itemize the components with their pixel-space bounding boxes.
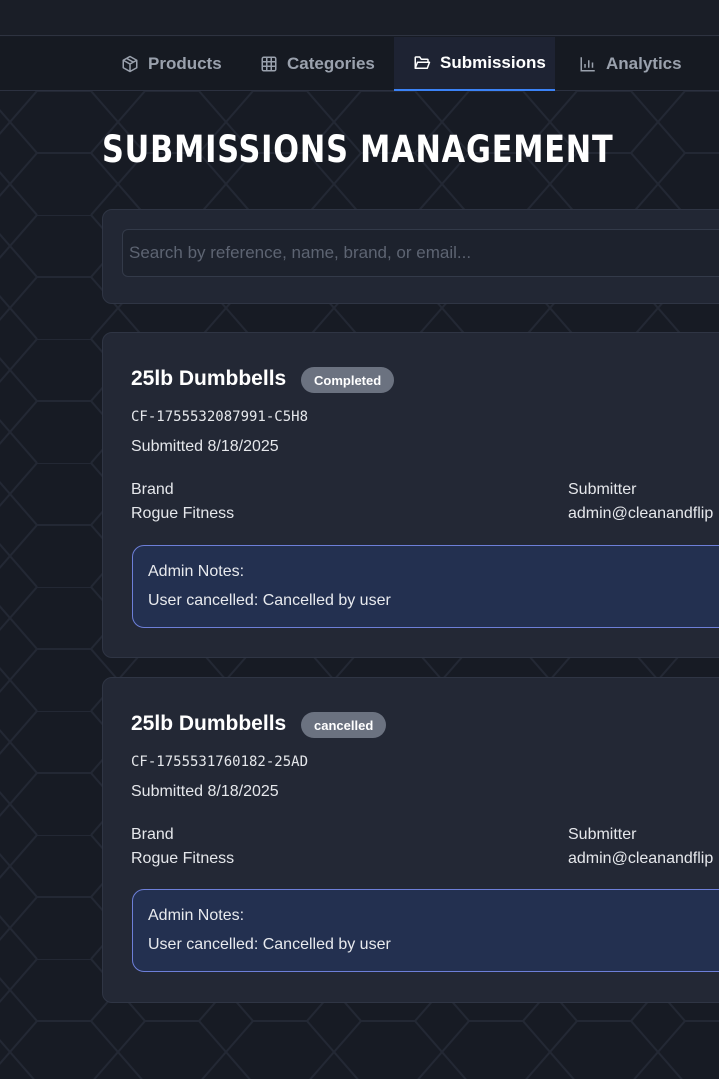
tab-products[interactable]: Products bbox=[102, 37, 241, 91]
tab-label: Categories bbox=[287, 54, 375, 73]
submitted-date: Submitted 8/18/2025 bbox=[131, 438, 279, 455]
brand-value: Rogue Fitness bbox=[131, 505, 235, 522]
admin-notes-box: Admin Notes: User cancelled: Cancelled b… bbox=[132, 545, 719, 628]
submitter-label: Submitter bbox=[568, 481, 637, 498]
admin-notes-text: User cancelled: Cancelled by user bbox=[148, 592, 391, 609]
page: Products Categories Submissions Analytic… bbox=[0, 0, 719, 1079]
folder-icon bbox=[414, 56, 431, 69]
submission-title: 25lb Dumbbells bbox=[131, 712, 287, 735]
submitter-value: admin@cleanandflip bbox=[568, 505, 714, 522]
submission-reference: CF-1755531760182-25AD bbox=[131, 754, 309, 770]
tab-submissions[interactable]: Submissions bbox=[394, 37, 555, 91]
brand-label: Brand bbox=[131, 481, 174, 498]
admin-nav-tabs: Products Categories Submissions Analytic… bbox=[0, 37, 719, 91]
search-input[interactable] bbox=[122, 229, 719, 277]
submission-card[interactable]: 25lb Dumbbells Completed CF-175553208799… bbox=[102, 332, 719, 658]
admin-notes-text: User cancelled: Cancelled by user bbox=[148, 936, 391, 953]
submitted-date: Submitted 8/18/2025 bbox=[131, 783, 279, 800]
status-badge: Completed bbox=[301, 367, 395, 393]
admin-notes-label: Admin Notes: bbox=[148, 563, 245, 580]
admin-notes-label: Admin Notes: bbox=[148, 907, 245, 924]
admin-notes-box: Admin Notes: User cancelled: Cancelled b… bbox=[132, 889, 719, 972]
tab-label: Products bbox=[148, 54, 222, 73]
brand-label: Brand bbox=[131, 826, 174, 843]
submission-card[interactable]: 25lb Dumbbells cancelled CF-175553176018… bbox=[102, 677, 719, 1003]
page-title: SUBMISSIONS MANAGEMENT bbox=[102, 128, 614, 171]
top-bar bbox=[0, 0, 719, 36]
submission-title: 25lb Dumbbells bbox=[131, 367, 287, 390]
tab-analytics[interactable]: Analytics bbox=[560, 37, 701, 91]
bar-chart-icon bbox=[580, 57, 595, 72]
tab-label: Analytics bbox=[606, 54, 682, 73]
search-panel bbox=[102, 209, 719, 304]
submitter-label: Submitter bbox=[568, 826, 637, 843]
box-icon bbox=[122, 55, 138, 73]
brand-value: Rogue Fitness bbox=[131, 850, 235, 867]
grid-icon bbox=[261, 56, 277, 72]
status-badge: cancelled bbox=[301, 712, 387, 738]
tab-categories[interactable]: Categories bbox=[241, 37, 394, 91]
submission-reference: CF-1755532087991-C5H8 bbox=[131, 409, 309, 425]
tab-label: Submissions bbox=[440, 53, 546, 72]
submitter-value: admin@cleanandflip bbox=[568, 850, 714, 867]
